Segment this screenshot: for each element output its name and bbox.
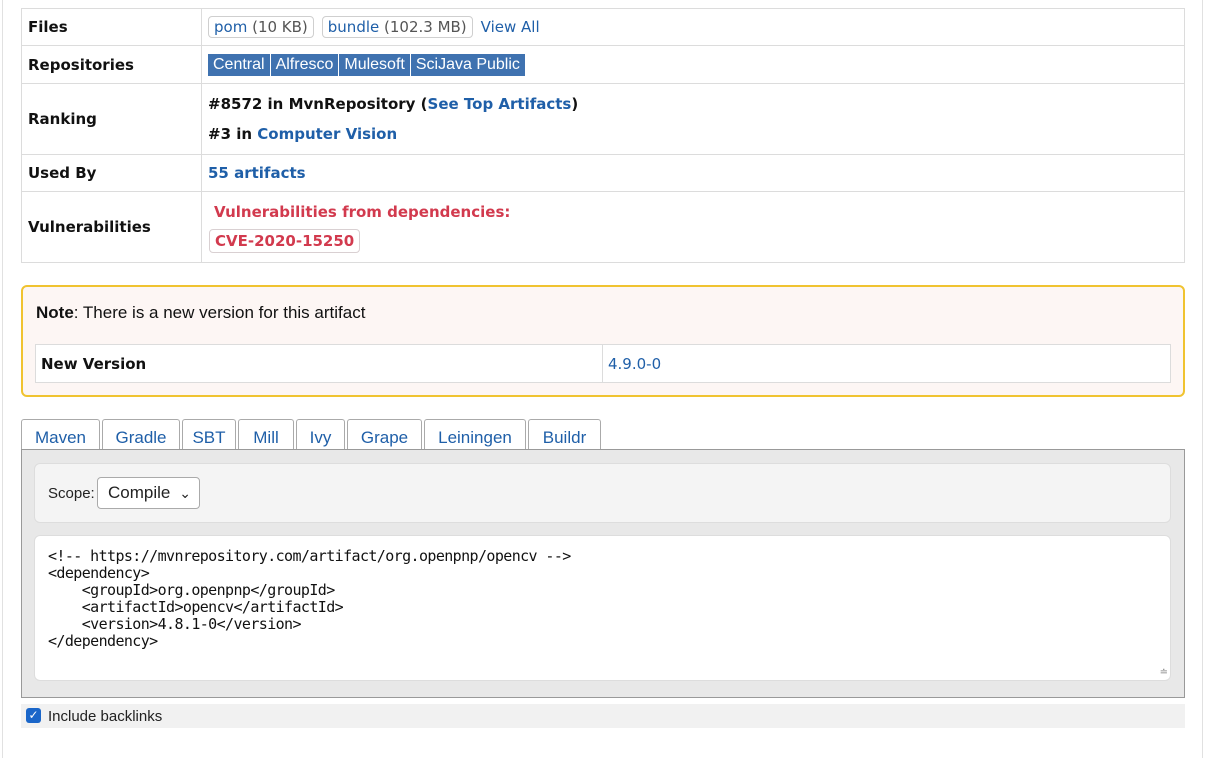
note-bold-label: Note	[36, 303, 74, 322]
chevron-down-icon: ⌄	[179, 485, 191, 501]
scope-select[interactable]: Compile ⌄	[97, 477, 200, 509]
used-by-link[interactable]: 55 artifacts	[208, 164, 306, 182]
vulnerabilities-row: Vulnerabilities Vulnerabilities from dep…	[21, 191, 1185, 263]
repositories-row: Repositories Central Alfresco Mulesoft SciJ…	[21, 45, 1185, 84]
repo-scijava-link[interactable]: SciJava Public	[410, 53, 525, 76]
include-backlinks-label[interactable]: Include backlinks	[48, 708, 162, 725]
files-label: Files	[21, 8, 202, 46]
file-pom-link[interactable]: pom (10 KB)	[208, 16, 314, 38]
new-version-link[interactable]: 4.9.0-0	[608, 355, 661, 373]
file-bundle-size: (102.3 MB)	[384, 18, 467, 36]
tab-maven[interactable]: Maven	[21, 419, 100, 451]
ranking-cell: #8572 in MvnRepository (See Top Artifact…	[201, 83, 1185, 155]
files-cell: pom (10 KB) bundle (102.3 MB) View All	[201, 8, 1185, 46]
include-backlinks-checkbox[interactable]: ✓	[26, 708, 41, 723]
ranking-line-2: #3 in Computer Vision	[208, 119, 1178, 149]
used-by-cell: 55 artifacts	[201, 154, 1185, 192]
tab-panel: Scope: Compile ⌄ <!-- https://mvnreposit…	[21, 449, 1185, 698]
new-version-label: New Version	[35, 344, 603, 383]
new-version-note: Note: There is a new version for this ar…	[21, 285, 1185, 397]
tab-grape[interactable]: Grape	[347, 419, 422, 450]
ranking-row: Ranking #8572 in MvnRepository (See Top …	[21, 83, 1185, 155]
note-text: : There is a new version for this artifa…	[73, 303, 366, 322]
tab-ivy[interactable]: Ivy	[296, 419, 345, 450]
note-message: Note: There is a new version for this ar…	[36, 303, 365, 323]
repo-central-link[interactable]: Central	[208, 53, 270, 76]
used-by-label: Used By	[21, 154, 202, 192]
file-pom-name: pom	[214, 18, 248, 36]
repositories-label: Repositories	[21, 45, 202, 84]
ranking-line-1: #8572 in MvnRepository (See Top Artifact…	[208, 89, 1178, 119]
see-top-artifacts-link[interactable]: See Top Artifacts	[428, 95, 572, 113]
vulnerabilities-cell: Vulnerabilities from dependencies: CVE-2…	[201, 191, 1185, 263]
artifact-info-table: Files pom (10 KB) bundle (102.3 MB) View A…	[21, 8, 1185, 263]
tab-sbt[interactable]: SBT	[182, 419, 236, 450]
used-by-row: Used By 55 artifacts	[21, 154, 1185, 192]
ranking-prefix: #8572 in MvnRepository (	[208, 95, 428, 113]
tab-buildr[interactable]: Buildr	[528, 419, 601, 450]
category-rank-prefix: #3 in	[208, 125, 258, 143]
file-pom-size: (10 KB)	[252, 18, 308, 36]
view-all-link[interactable]: View All	[481, 18, 540, 36]
vulnerabilities-heading: Vulnerabilities from dependencies:	[214, 203, 511, 221]
tab-leiningen[interactable]: Leiningen	[424, 419, 526, 450]
scope-value: Compile	[108, 483, 171, 502]
computer-vision-link[interactable]: Computer Vision	[257, 125, 397, 143]
file-bundle-name: bundle	[327, 18, 380, 36]
repo-alfresco-link[interactable]: Alfresco	[270, 53, 339, 76]
file-bundle-link[interactable]: bundle (102.3 MB)	[321, 16, 473, 38]
repo-mulesoft-link[interactable]: Mulesoft	[339, 53, 410, 76]
tab-gradle[interactable]: Gradle	[102, 419, 180, 450]
scope-label: Scope:	[48, 485, 95, 502]
new-version-cell: 4.9.0-0	[602, 344, 1171, 383]
tab-mill[interactable]: Mill	[238, 419, 294, 450]
ranking-label: Ranking	[21, 83, 202, 155]
resize-grip-icon[interactable]: ≐	[1160, 667, 1168, 678]
cve-link[interactable]: CVE-2020-15250	[209, 229, 361, 253]
vulnerabilities-label: Vulnerabilities	[21, 191, 202, 263]
scope-box: Scope: Compile ⌄	[34, 463, 1171, 523]
ranking-suffix: )	[571, 95, 579, 113]
files-row: Files pom (10 KB) bundle (102.3 MB) View A…	[21, 8, 1185, 46]
dependency-snippet-textarea[interactable]: <!-- https://mvnrepository.com/artifact/…	[34, 535, 1171, 681]
backlinks-row: ✓ Include backlinks	[21, 704, 1185, 728]
repositories-cell: Central Alfresco Mulesoft SciJava Public	[201, 45, 1185, 84]
new-version-table: New Version 4.9.0-0	[35, 344, 1171, 383]
